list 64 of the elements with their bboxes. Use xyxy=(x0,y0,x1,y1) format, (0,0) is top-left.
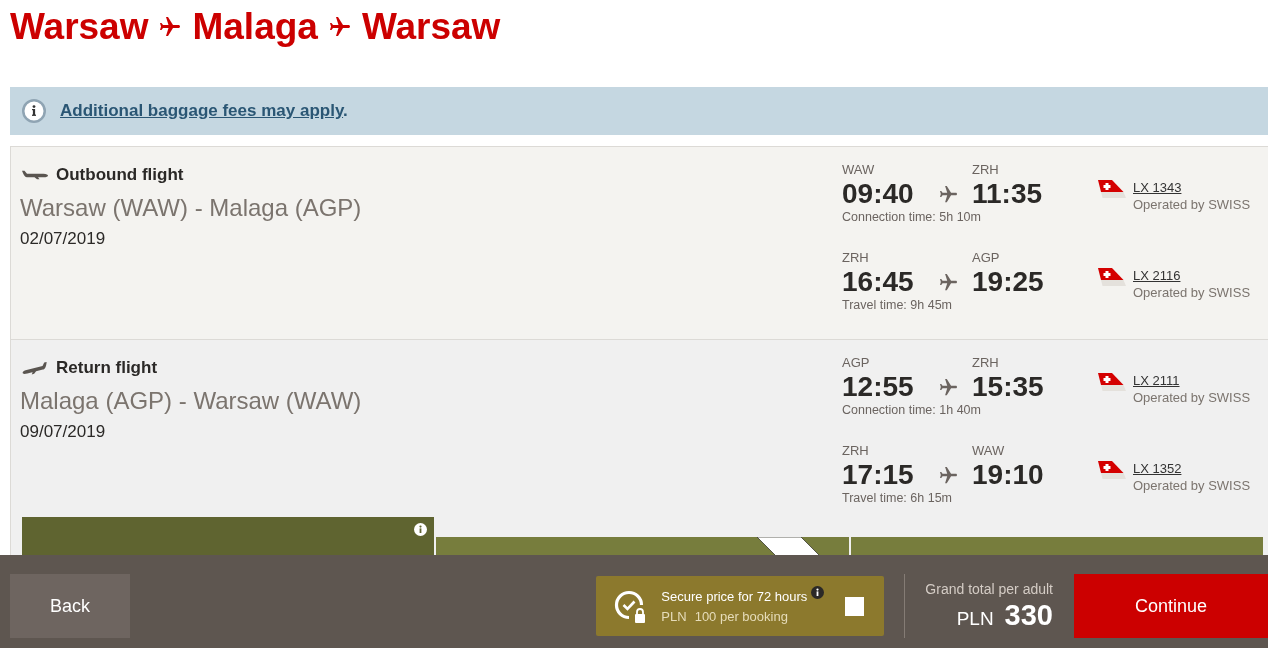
flight-date: 09/07/2019 xyxy=(20,421,107,443)
route-text: Malaga (AGP) - Warsaw (WAW) xyxy=(20,386,363,416)
flight-number-link[interactable]: LX 2116 xyxy=(1133,268,1181,284)
arrival-time: 15:35 xyxy=(972,371,1044,403)
airport-code: ZRH xyxy=(972,355,999,371)
continue-button[interactable]: Continue xyxy=(1074,574,1268,638)
departure-time: 09:40 xyxy=(842,178,914,210)
operator-text: Operated by SWISS xyxy=(1133,477,1251,495)
plane-icon xyxy=(940,185,957,203)
total-label: Grand total per adult xyxy=(925,579,1053,598)
secure-price-title: Secure price for 72 hours xyxy=(661,588,808,606)
arrival-time: 19:25 xyxy=(972,266,1044,298)
total-amount: 330 xyxy=(1004,597,1053,632)
operator-text: Operated by SWISS xyxy=(1133,196,1251,214)
title-city: Malaga xyxy=(192,5,318,49)
back-button[interactable]: Back xyxy=(10,574,130,638)
airport-code: ZRH xyxy=(842,443,869,459)
flight-number-link[interactable]: LX 1343 xyxy=(1133,180,1182,196)
info-icon xyxy=(22,99,46,123)
airport-code: WAW xyxy=(972,443,1005,459)
plane-icon xyxy=(940,378,957,396)
departure-time: 12:55 xyxy=(842,371,914,403)
duration-note: Travel time: 6h 15m xyxy=(842,491,952,506)
currency-text: PLN xyxy=(661,608,687,626)
route-text: Warsaw (WAW) - Malaga (AGP) xyxy=(20,193,363,223)
plane-icon xyxy=(22,361,48,375)
flight-number-link[interactable]: LX 2111 xyxy=(1133,373,1180,389)
operator-text: Operated by SWISS xyxy=(1133,284,1251,302)
flight-number-link[interactable]: LX 1352 xyxy=(1133,461,1182,477)
checkbox[interactable] xyxy=(845,596,865,616)
airline-tail-icon xyxy=(1098,461,1126,479)
section-heading: Outbound flight xyxy=(56,164,184,186)
arrival-time: 19:10 xyxy=(972,459,1044,491)
currency-text: PLN xyxy=(956,606,994,631)
notice-text: Additional baggage fees may apply. xyxy=(60,101,348,121)
departure-time: 17:15 xyxy=(842,459,914,491)
plane-icon xyxy=(940,466,957,484)
baggage-fees-link[interactable]: Additional baggage fees may apply xyxy=(60,101,344,120)
airport-code: AGP xyxy=(842,355,870,371)
clock-lock-icon xyxy=(614,589,648,623)
duration-note: Connection time: 5h 10m xyxy=(842,210,981,225)
flight-date: 02/07/2019 xyxy=(20,228,107,250)
airport-code: ZRH xyxy=(842,250,869,266)
duration-note: Connection time: 1h 40m xyxy=(842,403,981,418)
arrival-time: 11:35 xyxy=(972,178,1043,210)
info-icon[interactable] xyxy=(414,523,428,536)
airport-code: AGP xyxy=(972,250,1000,266)
section-heading: Return flight xyxy=(56,357,158,379)
plane-icon xyxy=(329,17,350,37)
airline-tail-icon xyxy=(1098,373,1126,391)
plane-icon xyxy=(22,170,48,180)
title-city: Warsaw xyxy=(361,5,501,49)
plane-icon xyxy=(160,17,181,37)
info-icon[interactable] xyxy=(811,586,825,599)
airline-tail-icon xyxy=(1098,268,1126,286)
departure-time: 16:45 xyxy=(842,266,914,298)
plane-icon xyxy=(940,273,957,291)
airport-code: ZRH xyxy=(972,162,999,178)
title-city: Warsaw xyxy=(10,5,149,49)
operator-text: Operated by SWISS xyxy=(1133,389,1251,407)
booking-price: 100 per booking xyxy=(694,608,788,626)
airport-code: WAW xyxy=(842,162,875,178)
duration-note: Travel time: 9h 45m xyxy=(842,298,952,313)
airline-tail-icon xyxy=(1098,180,1126,198)
